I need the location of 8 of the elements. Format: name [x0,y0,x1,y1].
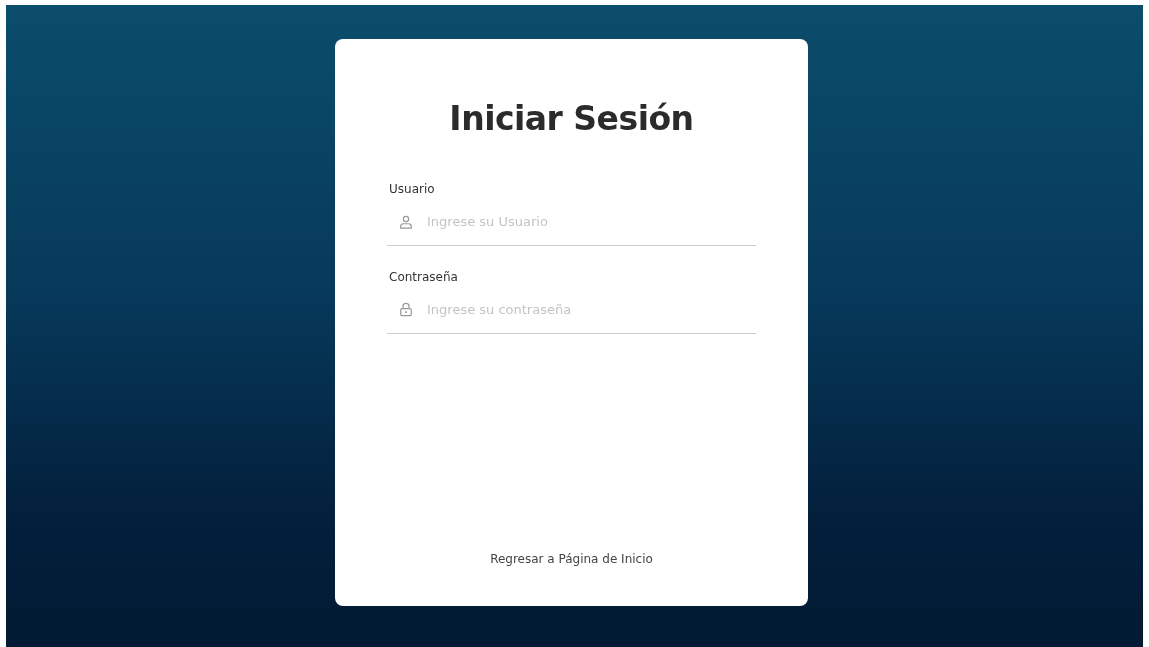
lock-icon [399,302,413,317]
back-home-link[interactable]: Regresar a Página de Inicio [490,552,653,566]
login-title: Iniciar Sesión [449,99,694,138]
field-label: Contraseña [388,270,459,284]
field-label: Usuario [388,182,436,196]
user-icon [399,214,413,229]
input-field[interactable]: Ingrese su contraseña [427,302,744,317]
input-field[interactable]: Ingrese su Usuario [427,214,744,229]
